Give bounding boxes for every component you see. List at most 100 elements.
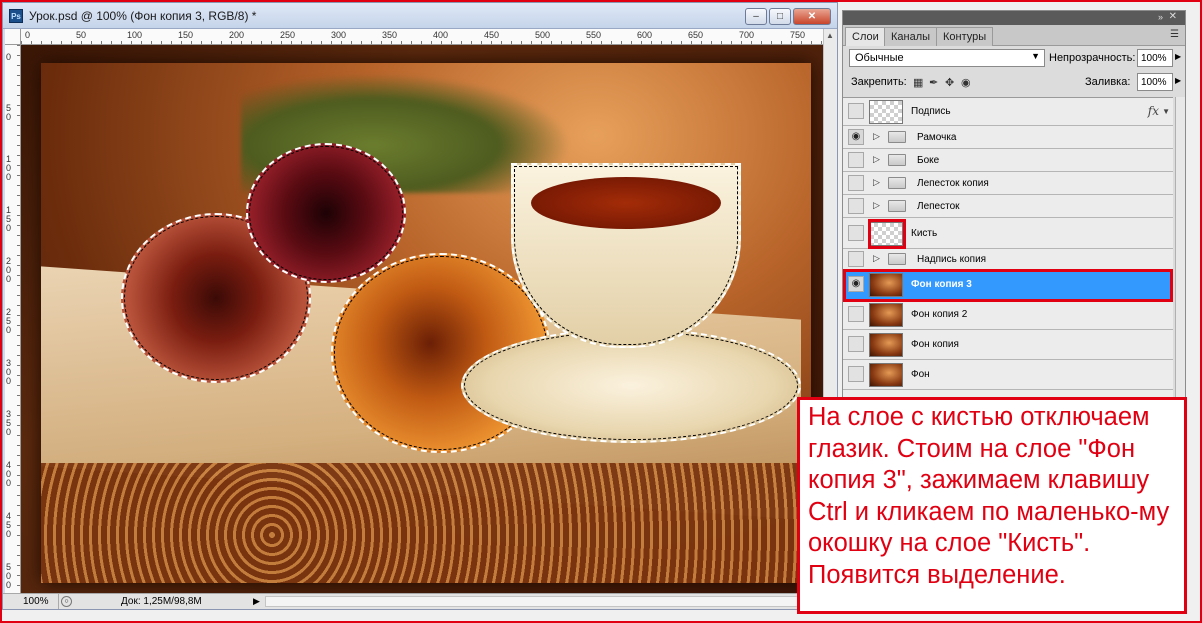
selection-rose-dark <box>246 143 406 283</box>
ruler-label: 700 <box>739 30 755 40</box>
tab-layers[interactable]: Слои <box>845 27 886 46</box>
layer-row[interactable]: ▷ Лепесток копия <box>843 172 1173 195</box>
ruler-label: 50 <box>6 103 12 122</box>
visibility-toggle[interactable] <box>848 251 864 267</box>
eye-icon[interactable]: ◉ <box>848 276 864 292</box>
layer-name: Подпись <box>911 106 951 117</box>
folder-icon <box>888 131 906 143</box>
visibility-toggle[interactable] <box>848 336 864 352</box>
expand-icon[interactable]: ▷ <box>873 200 880 211</box>
ruler-label: 300 <box>331 30 347 40</box>
status-info-icon[interactable]: ○ <box>61 596 72 607</box>
ruler-label: 400 <box>433 30 449 40</box>
layer-row[interactable]: Фон копия <box>843 330 1173 360</box>
document-window: Ps Урок.psd @ 100% (Фон копия 3, RGB/8) … <box>2 2 838 610</box>
tab-channels[interactable]: Каналы <box>884 27 938 46</box>
document-title: Урок.psd @ 100% (Фон копия 3, RGB/8) * <box>29 9 257 23</box>
fx-icon[interactable]: fx <box>1148 104 1159 118</box>
ruler-label: 250 <box>280 30 296 40</box>
layer-row[interactable]: ◉ ▷ Рамочка <box>843 126 1173 149</box>
instruction-text: На слое с кистью отключаем глазик. Стоим… <box>808 403 1170 589</box>
panel-tabs: Слои Каналы Контуры ☰ <box>843 25 1185 46</box>
layers-scrollbar[interactable] <box>1175 97 1185 399</box>
maximize-button[interactable]: □ <box>769 8 791 25</box>
ruler-corner[interactable] <box>5 29 21 45</box>
ruler-label: 150 <box>6 205 12 233</box>
layer-row[interactable]: ▷ Надпись копия <box>843 249 1173 270</box>
folder-icon <box>888 253 906 265</box>
instruction-note: На слое с кистью отключаем глазик. Стоим… <box>797 397 1187 614</box>
ruler-label: 350 <box>6 409 12 437</box>
visibility-toggle[interactable] <box>848 198 864 214</box>
fill-slider-icon[interactable]: ▶ <box>1175 76 1181 85</box>
zoom-value: 100% <box>23 596 49 607</box>
layer-thumbnail[interactable] <box>869 222 903 246</box>
expand-icon[interactable]: ▷ <box>873 131 880 142</box>
ruler-label: 100 <box>127 30 143 40</box>
layer-row[interactable]: ▷ Лепесток <box>843 195 1173 218</box>
ruler-label: 350 <box>382 30 398 40</box>
layer-name: Фон копия 2 <box>911 309 968 320</box>
layer-row[interactable]: Фон <box>843 360 1173 390</box>
vertical-ruler[interactable]: 0 50 100 150 200 250 300 350 400 450 500 <box>5 45 21 593</box>
ruler-label: 200 <box>6 256 12 284</box>
layer-thumbnail[interactable] <box>869 273 903 297</box>
document-titlebar[interactable]: Ps Урок.psd @ 100% (Фон копия 3, RGB/8) … <box>3 3 837 29</box>
opacity-field[interactable]: 100% <box>1137 49 1173 67</box>
status-bar: 100% ○ Док: 1,25M/98,8M ▶ <box>3 593 837 609</box>
horizontal-scrollbar[interactable] <box>265 596 831 607</box>
doc-size: Док: 1,25M/98,8M <box>121 596 202 607</box>
close-button[interactable]: ✕ <box>793 8 831 25</box>
scroll-up-icon[interactable]: ▲ <box>826 31 834 40</box>
zoom-field[interactable]: 100% <box>9 594 59 609</box>
lock-pixels-icon[interactable]: ✒ <box>929 76 938 89</box>
panel-menu-icon[interactable]: ☰ <box>1170 29 1179 40</box>
layer-row[interactable]: ▷ Боке <box>843 149 1173 172</box>
layer-thumbnail[interactable] <box>869 333 903 357</box>
opacity-slider-icon[interactable]: ▶ <box>1175 52 1181 61</box>
layer-row[interactable]: Подпись fx ▼ <box>843 98 1173 126</box>
lock-all-icon[interactable]: ◉ <box>961 76 971 89</box>
panel-close-icon[interactable]: ✕ <box>1169 11 1177 22</box>
ruler-label: 450 <box>6 511 12 539</box>
visibility-toggle[interactable] <box>848 103 864 119</box>
visibility-toggle[interactable] <box>848 306 864 322</box>
collapse-icon[interactable]: » <box>1158 12 1163 22</box>
panel-header[interactable]: » ✕ <box>843 11 1185 25</box>
tab-paths[interactable]: Контуры <box>936 27 994 46</box>
ruler-label: 150 <box>178 30 194 40</box>
layer-row-selected[interactable]: ◉ Фон копия 3 <box>843 270 1173 300</box>
layer-name: Рамочка <box>917 132 957 143</box>
layer-row[interactable]: Кисть <box>843 218 1173 249</box>
fill-field[interactable]: 100% <box>1137 73 1173 91</box>
blend-mode-select[interactable]: Обычные ▼ <box>849 49 1045 67</box>
expand-icon[interactable]: ▷ <box>873 253 880 264</box>
expand-icon[interactable]: ▷ <box>873 154 880 165</box>
eye-icon[interactable]: ◉ <box>848 129 864 145</box>
ruler-label: 600 <box>637 30 653 40</box>
expand-icon[interactable]: ▷ <box>873 177 880 188</box>
layer-thumbnail[interactable] <box>869 303 903 327</box>
layer-name: Надпись копия <box>917 254 987 265</box>
visibility-toggle[interactable] <box>848 366 864 382</box>
status-menu-arrow-icon[interactable]: ▶ <box>253 596 260 607</box>
layer-thumbnail[interactable] <box>869 363 903 387</box>
ruler-label: 500 <box>6 562 12 590</box>
visibility-toggle[interactable] <box>848 152 864 168</box>
chevron-down-icon: ▼ <box>1031 51 1040 61</box>
layer-name: Фон копия 3 <box>911 279 972 290</box>
visibility-toggle[interactable] <box>848 225 864 241</box>
layer-name: Фон копия <box>911 339 959 350</box>
fx-expand-icon[interactable]: ▼ <box>1162 107 1170 116</box>
minimize-button[interactable]: – <box>745 8 767 25</box>
lock-position-icon[interactable]: ✥ <box>945 76 954 89</box>
layer-row[interactable]: Фон копия 2 <box>843 300 1173 330</box>
visibility-toggle[interactable] <box>848 175 864 191</box>
horizontal-ruler[interactable]: 0 50 100 150 200 250 300 350 400 450 500 550 600 650 7… <box>21 29 823 45</box>
ruler-label: 450 <box>484 30 500 40</box>
lock-transparency-icon[interactable]: ▦ <box>913 76 923 89</box>
ruler-label: 50 <box>76 30 87 40</box>
layer-name: Лепесток <box>917 201 960 212</box>
canvas[interactable] <box>21 45 823 593</box>
layer-thumbnail[interactable] <box>869 100 903 124</box>
